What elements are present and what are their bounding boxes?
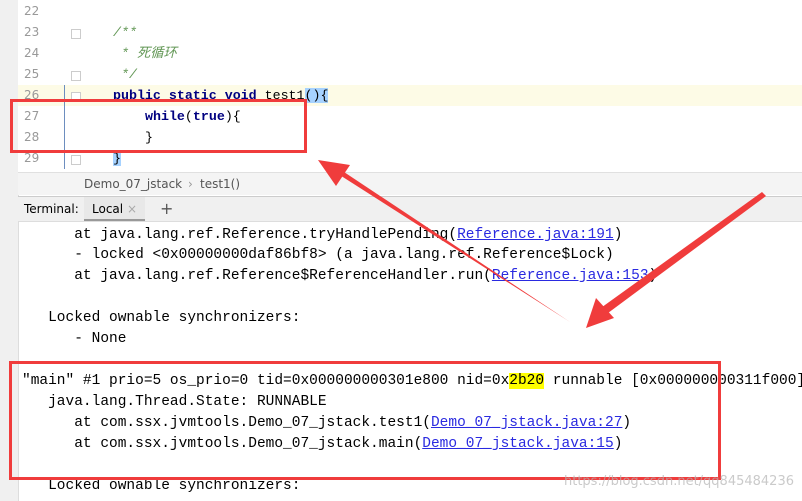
arrow-icon bbox=[318, 160, 570, 322]
annotation-arrows bbox=[318, 160, 766, 328]
arrow-icon bbox=[586, 192, 766, 328]
watermark: https://blog.csdn.net/qq845484236 bbox=[563, 474, 794, 489]
